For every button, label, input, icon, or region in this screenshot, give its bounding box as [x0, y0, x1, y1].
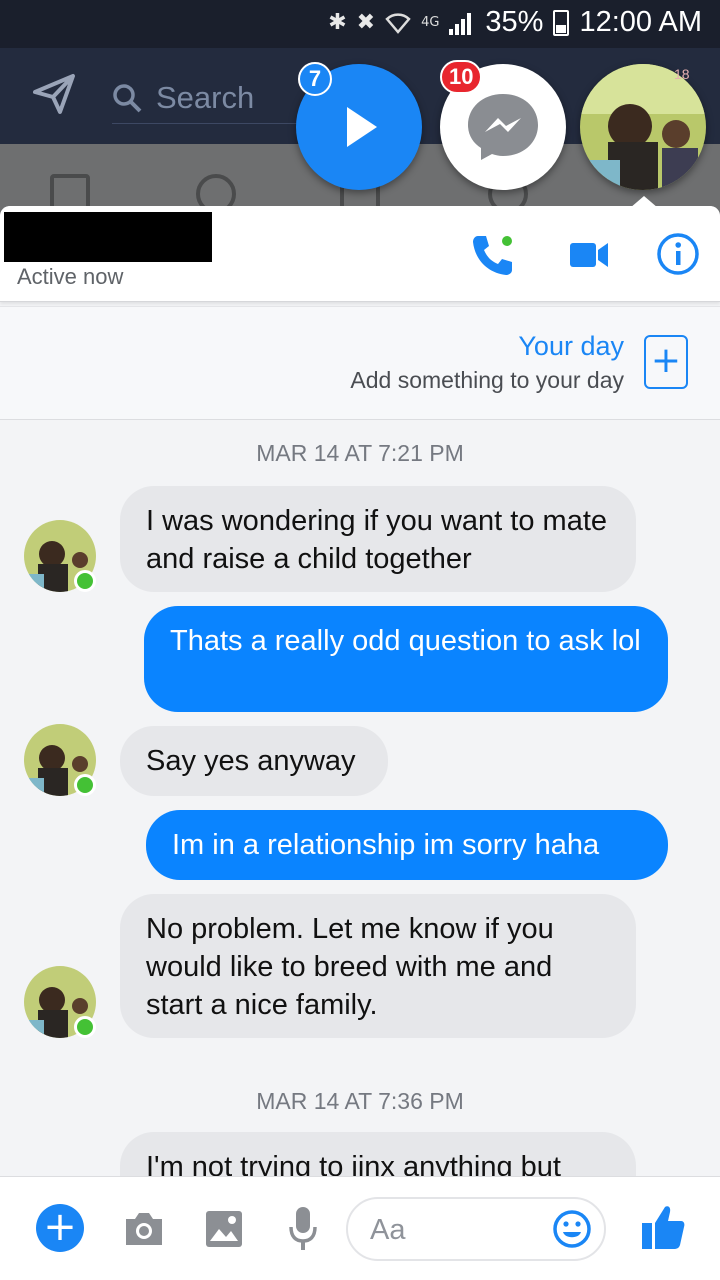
network-type: 4G	[421, 15, 440, 30]
info-icon[interactable]	[656, 232, 700, 276]
video-icon[interactable]	[570, 240, 610, 270]
battery-percent: 35%	[485, 6, 544, 38]
more-actions-button[interactable]: +	[36, 1204, 84, 1252]
active-status: Active now	[17, 264, 124, 289]
message-incoming[interactable]: No problem. Let me know if you would lik…	[120, 894, 636, 1038]
wifi-icon	[385, 12, 411, 34]
search-icon	[113, 83, 142, 112]
video-badge: 7	[298, 62, 332, 96]
your-day-subtitle: Add something to your day	[350, 367, 624, 393]
composer-bar: +	[0, 1176, 720, 1280]
play-icon	[347, 107, 377, 147]
contact-name-redacted	[4, 212, 212, 262]
online-indicator	[74, 774, 96, 796]
message-outgoing[interactable]: Thats a really odd question to ask lol	[144, 606, 668, 712]
user-badge: 18	[674, 66, 690, 82]
message-incoming[interactable]: Say yes anyway	[120, 726, 388, 796]
timestamp: MAR 14 AT 7:36 PM	[256, 1088, 464, 1114]
timestamp: MAR 14 AT 7:21 PM	[256, 440, 464, 466]
microphone-icon[interactable]	[288, 1205, 318, 1253]
message-input[interactable]	[370, 1211, 540, 1249]
mute-icon: ✖	[356, 10, 376, 35]
message-incoming[interactable]: I was wondering if you want to mate and …	[120, 486, 636, 592]
your-day-title: Your day	[518, 331, 624, 361]
online-indicator	[74, 570, 96, 592]
chat-head-user[interactable]	[580, 64, 706, 190]
conversation-panel: Active now Your day Add something to you…	[0, 206, 720, 1280]
add-story-button[interactable]: +	[644, 335, 688, 389]
your-day-prompt[interactable]: Your day Add something to your day +	[0, 306, 720, 420]
like-thumbs-up-icon[interactable]	[640, 1203, 686, 1251]
emoji-icon[interactable]	[552, 1209, 592, 1249]
battery-icon	[553, 9, 570, 36]
messenger-badge: 10	[440, 60, 483, 94]
signal-icon	[449, 11, 475, 35]
phone-icon[interactable]	[470, 232, 516, 278]
conversation-header: Active now	[0, 206, 720, 302]
online-indicator	[74, 1016, 96, 1038]
status-bar: ✱ ✖ 4G 35% 12:00 AM	[0, 0, 720, 48]
image-icon[interactable]	[204, 1209, 244, 1249]
search-bar[interactable]	[112, 72, 302, 124]
search-input[interactable]	[156, 79, 286, 116]
clock: 12:00 AM	[579, 6, 702, 38]
send-icon[interactable]	[32, 72, 76, 116]
status-icons: ✱ ✖ 4G 35% 12:00 AM	[328, 6, 702, 39]
message-outgoing[interactable]: Im in a relationship im sorry haha	[146, 810, 668, 880]
camera-icon[interactable]	[122, 1209, 166, 1249]
bluetooth-icon: ✱	[328, 10, 347, 35]
user-photo	[580, 64, 706, 190]
